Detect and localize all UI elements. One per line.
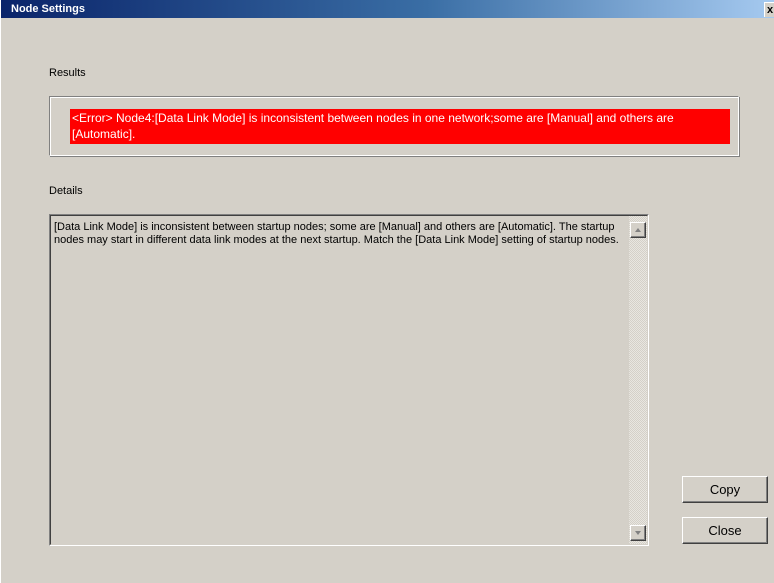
triangle-down-icon: [635, 531, 641, 535]
copy-button[interactable]: Copy: [682, 476, 768, 503]
scroll-down-arrow-icon[interactable]: [630, 525, 646, 541]
triangle-up-icon: [635, 228, 641, 232]
node-settings-window: Node Settings x Results <Error> Node4:[D…: [0, 0, 774, 583]
error-message: <Error> Node4:[Data Link Mode] is incons…: [70, 109, 730, 144]
details-text: [Data Link Mode] is inconsistent between…: [54, 221, 619, 246]
close-button[interactable]: Close: [682, 517, 768, 544]
window-title: Node Settings: [11, 3, 85, 15]
details-label: Details: [49, 185, 83, 197]
title-bar[interactable]: Node Settings x: [1, 0, 774, 18]
results-group: <Error> Node4:[Data Link Mode] is incons…: [49, 96, 739, 156]
details-scrollbar[interactable]: [629, 216, 647, 544]
results-label: Results: [49, 67, 86, 79]
details-inner-frame: [Data Link Mode] is inconsistent between…: [50, 215, 648, 545]
close-icon[interactable]: x: [764, 2, 774, 17]
details-textbox[interactable]: [Data Link Mode] is inconsistent between…: [49, 214, 649, 546]
scroll-up-arrow-icon[interactable]: [630, 222, 646, 238]
